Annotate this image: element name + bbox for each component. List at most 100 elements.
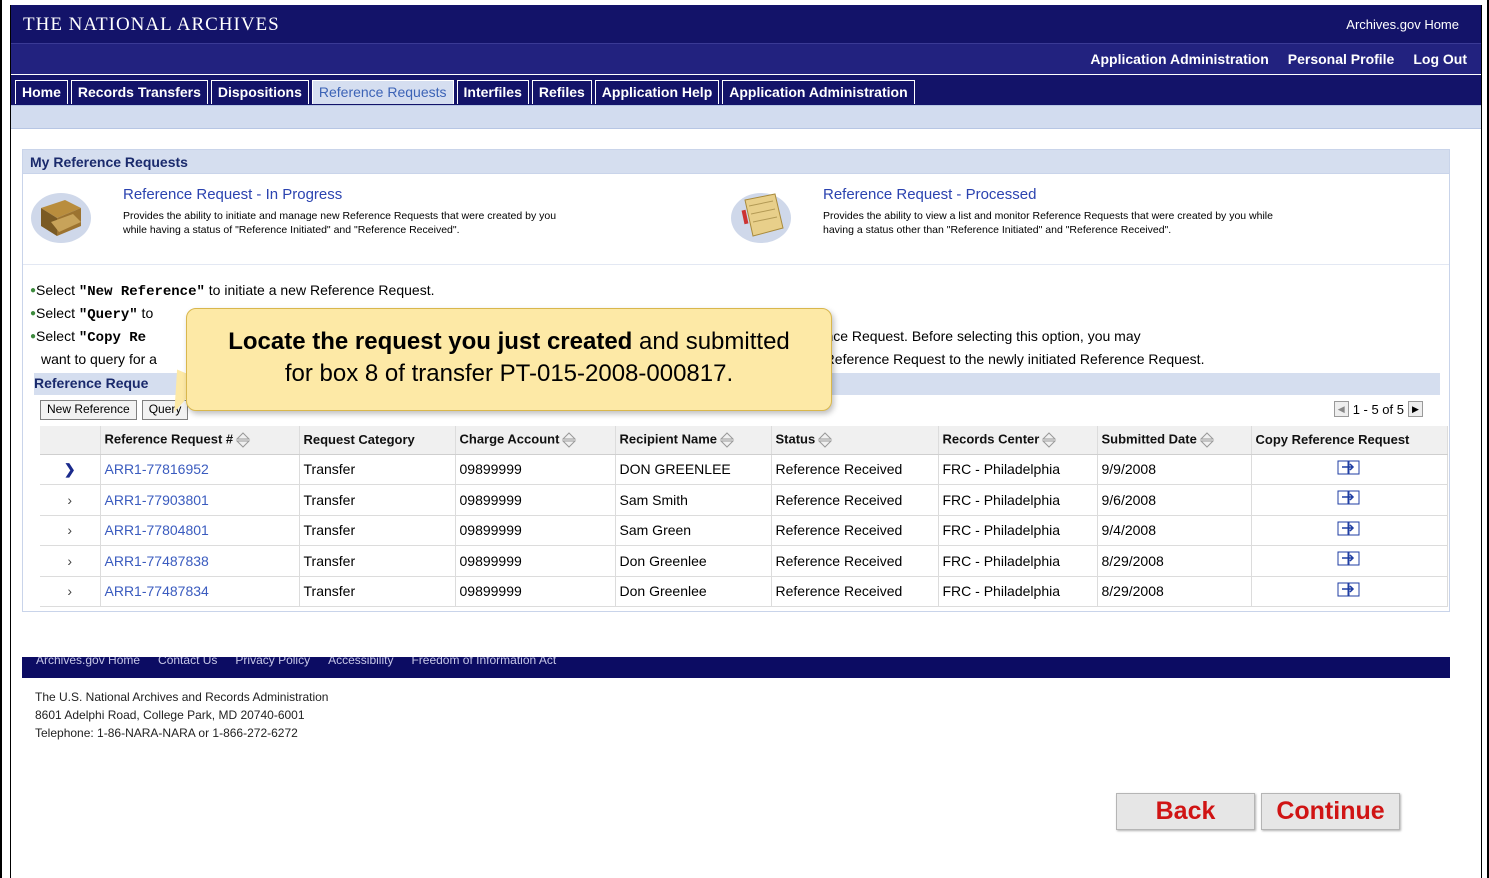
reference-number-link[interactable]: ARR1-77903801 — [100, 484, 300, 516]
copy-cell — [1251, 545, 1448, 577]
status: Reference Received — [771, 484, 939, 516]
copy-request-icon[interactable] — [1337, 551, 1361, 567]
sort-arrows-icon[interactable] — [1199, 431, 1215, 449]
folders-icon — [31, 193, 91, 243]
status: Reference Received — [771, 545, 939, 577]
recipient-name: Don Greenlee — [615, 576, 772, 607]
footer-link-privacy-policy[interactable]: Privacy Policy — [235, 657, 310, 667]
table-row[interactable]: › ARR1-77903801 Transfer 09899999 Sam Sm… — [40, 484, 1448, 516]
copy-request-icon[interactable] — [1337, 582, 1361, 598]
chevron-right-icon[interactable]: › — [40, 515, 101, 546]
application-administration-link[interactable]: Application Administration — [1090, 51, 1268, 67]
submitted-date: 8/29/2008 — [1097, 545, 1252, 577]
copy-cell — [1251, 515, 1448, 546]
pager: ◀ 1 - 5 of 5 ▶ — [1333, 401, 1423, 417]
panel-title: My Reference Requests — [23, 150, 1449, 174]
archives-home-link[interactable]: Archives.gov Home — [1346, 17, 1459, 32]
sort-arrows-icon[interactable] — [817, 431, 833, 449]
sort-arrows-icon[interactable] — [561, 431, 577, 449]
new-reference-button[interactable]: New Reference — [40, 400, 137, 420]
sort-arrows-icon[interactable] — [719, 431, 735, 449]
sub-nav-bar — [11, 105, 1481, 129]
footer-address: The U.S. National Archives and Records A… — [35, 690, 329, 740]
tab-application-help[interactable]: Application Help — [594, 80, 720, 104]
table-row[interactable]: ❯ ARR1-77816952 Transfer 09899999 DON GR… — [40, 454, 1448, 485]
copy-request-icon[interactable] — [1337, 521, 1361, 537]
chevron-right-icon[interactable]: › — [40, 484, 101, 516]
processed-description: Provides the ability to view a list and … — [823, 210, 1273, 236]
next-page-button[interactable]: ▶ — [1408, 401, 1423, 417]
page: THE NATIONAL ARCHIVES Archives.gov Home … — [10, 5, 1482, 878]
copy-request-icon[interactable] — [1337, 460, 1361, 476]
recipient-name: Sam Green — [615, 515, 772, 546]
status: Reference Received — [771, 515, 939, 546]
tab-application-administration[interactable]: Application Administration — [722, 80, 915, 104]
brand-bar: THE NATIONAL ARCHIVES Archives.gov Home — [11, 5, 1481, 43]
column-status[interactable]: Status — [771, 426, 939, 455]
status: Reference Received — [771, 454, 939, 485]
chevron-right-icon[interactable]: › — [40, 576, 101, 607]
reference-number-link[interactable]: ARR1-77487838 — [100, 545, 300, 577]
callout-bold-text: Locate the request you just created — [228, 328, 633, 355]
submitted-date: 9/9/2008 — [1097, 454, 1252, 485]
copy-request-icon[interactable] — [1337, 490, 1361, 506]
table-row[interactable]: › ARR1-77804801 Transfer 09899999 Sam Gr… — [40, 515, 1448, 546]
chevron-right-icon[interactable]: ❯ — [40, 454, 101, 485]
chevron-right-icon[interactable]: › — [40, 545, 101, 577]
records-center: FRC - Philadelphia — [938, 484, 1098, 516]
continue-button[interactable]: Continue — [1261, 793, 1400, 830]
table-row[interactable]: › ARR1-77487834 Transfer 09899999 Don Gr… — [40, 576, 1448, 607]
request-category: Transfer — [299, 484, 456, 516]
recipient-name: Don Greenlee — [615, 545, 772, 577]
tab-home[interactable]: Home — [15, 80, 68, 104]
records-center: FRC - Philadelphia — [938, 545, 1098, 577]
tab-interfiles[interactable]: Interfiles — [456, 80, 529, 104]
footer-link-archives-home[interactable]: Archives.gov Home — [36, 657, 140, 667]
footer-link-contact-us[interactable]: Contact Us — [158, 657, 217, 667]
column-reference-request[interactable]: Reference Request # — [100, 426, 300, 455]
user-bar: Application Administration Personal Prof… — [11, 43, 1481, 74]
processed-link[interactable]: Reference Request - Processed — [823, 186, 1036, 203]
prev-page-button[interactable]: ◀ — [1333, 401, 1349, 417]
reference-number-link[interactable]: ARR1-77804801 — [100, 515, 300, 546]
in-progress-link[interactable]: Reference Request - In Progress — [123, 186, 342, 203]
sort-arrows-icon[interactable] — [235, 431, 251, 449]
column-records-center[interactable]: Records Center — [938, 426, 1098, 455]
footer-link-accessibility[interactable]: Accessibility — [328, 657, 393, 667]
copy-cell — [1251, 454, 1448, 485]
request-category: Transfer — [299, 545, 456, 577]
submitted-date: 8/29/2008 — [1097, 576, 1252, 607]
table-row[interactable]: › ARR1-77487838 Transfer 09899999 Don Gr… — [40, 545, 1448, 577]
submitted-date: 9/4/2008 — [1097, 515, 1252, 546]
reference-number-link[interactable]: ARR1-77816952 — [100, 454, 300, 485]
back-button[interactable]: Back — [1116, 793, 1255, 830]
callout-text-line2: for box 8 of transfer PT-015-2008-000817… — [284, 360, 734, 387]
log-out-link[interactable]: Log Out — [1413, 51, 1467, 67]
footer-link-foia[interactable]: Freedom of Information Act — [411, 657, 556, 667]
pager-text: 1 - 5 of 5 — [1352, 401, 1404, 417]
records-center: FRC - Philadelphia — [938, 515, 1098, 546]
request-category: Transfer — [299, 576, 456, 607]
copy-cell — [1251, 576, 1448, 607]
sort-arrows-icon[interactable] — [1041, 431, 1057, 449]
divider — [23, 264, 1449, 265]
select-column-header — [40, 426, 101, 455]
personal-profile-link[interactable]: Personal Profile — [1288, 51, 1395, 67]
charge-account: 09899999 — [455, 484, 616, 516]
charge-account: 09899999 — [455, 545, 616, 577]
column-submitted-date[interactable]: Submitted Date — [1097, 426, 1252, 455]
column-charge-account[interactable]: Charge Account — [455, 426, 616, 455]
charge-account: 09899999 — [455, 515, 616, 546]
tab-dispositions[interactable]: Dispositions — [210, 80, 309, 104]
column-recipient-name[interactable]: Recipient Name — [615, 426, 772, 455]
callout-text: and submitted — [632, 328, 790, 355]
tab-records-transfers[interactable]: Records Transfers — [70, 80, 208, 104]
table-header-row: Reference Request # Request Category Cha… — [40, 426, 1448, 455]
footer-bar: Archives.gov Home Contact Us Privacy Pol… — [22, 657, 1450, 678]
recipient-name: Sam Smith — [615, 484, 772, 516]
tab-refiles[interactable]: Refiles — [531, 80, 592, 104]
tab-reference-requests[interactable]: Reference Requests — [311, 80, 454, 104]
submitted-date: 9/6/2008 — [1097, 484, 1252, 516]
recipient-name: DON GREENLEE — [615, 454, 772, 485]
reference-number-link[interactable]: ARR1-77487834 — [100, 576, 300, 607]
